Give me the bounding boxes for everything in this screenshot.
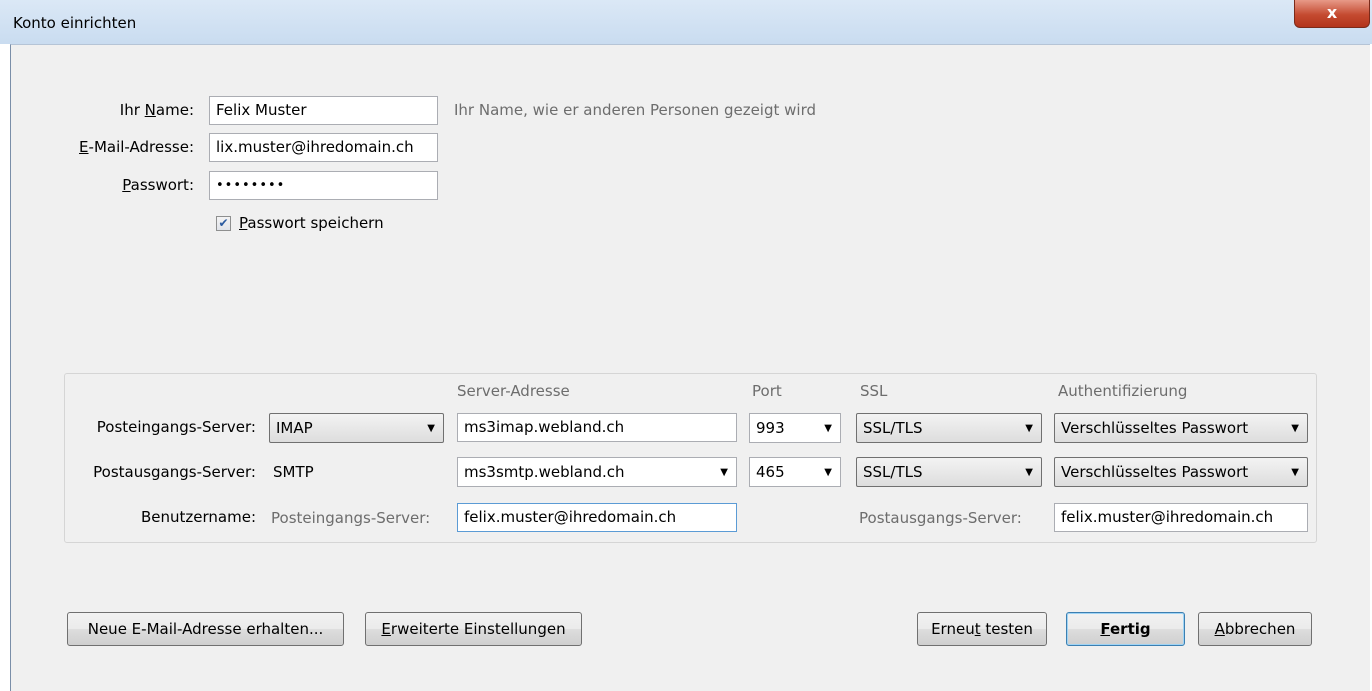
- advanced-settings-button[interactable]: Erweiterte Einstellungen: [365, 612, 582, 646]
- close-button[interactable]: x: [1294, 0, 1370, 28]
- window-title: Konto einrichten: [13, 14, 137, 32]
- email-label: E-Mail-Adresse:: [79, 138, 194, 156]
- incoming-auth-value: Verschlüsseltes Passwort: [1061, 419, 1249, 437]
- retest-button[interactable]: Erneut testen: [917, 612, 1047, 646]
- email-input[interactable]: lix.muster@ihredomain.ch: [209, 133, 438, 162]
- name-input[interactable]: Felix Muster: [209, 96, 438, 125]
- username-incoming-label: Posteingangs-Server:: [271, 509, 431, 527]
- close-icon: x: [1326, 3, 1338, 22]
- chevron-down-icon: ▼: [1025, 423, 1033, 434]
- cancel-button[interactable]: Abbrechen: [1198, 612, 1312, 646]
- chevron-down-icon: ▼: [824, 423, 832, 434]
- chevron-down-icon: ▼: [824, 467, 832, 478]
- outgoing-auth-value: Verschlüsseltes Passwort: [1061, 463, 1249, 481]
- header-auth: Authentifizierung: [1058, 382, 1188, 400]
- server-settings-panel: Server-Adresse Port SSL Authentifizierun…: [64, 373, 1317, 543]
- outgoing-protocol: SMTP: [273, 463, 314, 481]
- chevron-down-icon: ▼: [1025, 467, 1033, 478]
- title-bar: Konto einrichten x: [0, 0, 1372, 44]
- username-incoming-input[interactable]: felix.muster@ihredomain.ch: [457, 503, 737, 532]
- done-button[interactable]: Fertig: [1066, 612, 1185, 646]
- incoming-protocol-select[interactable]: IMAP ▼: [269, 413, 444, 443]
- incoming-auth-select[interactable]: Verschlüsseltes Passwort ▼: [1054, 413, 1308, 443]
- incoming-protocol-value: IMAP: [276, 419, 313, 437]
- name-hint: Ihr Name, wie er anderen Personen gezeig…: [454, 101, 816, 119]
- dialog-body: Ihr Name: Felix Muster Ihr Name, wie er …: [10, 44, 1370, 691]
- chevron-down-icon: ▼: [1291, 423, 1299, 434]
- chevron-down-icon: ▼: [720, 467, 728, 478]
- new-email-address-button[interactable]: Neue E-Mail-Adresse erhalten...: [67, 612, 344, 646]
- header-port: Port: [752, 382, 782, 400]
- username-label: Benutzername:: [140, 508, 256, 526]
- username-outgoing-label: Postausgangs-Server:: [859, 509, 1022, 527]
- name-label: Ihr Name:: [119, 101, 194, 119]
- outgoing-auth-select[interactable]: Verschlüsseltes Passwort ▼: [1054, 457, 1308, 487]
- outgoing-ssl-select[interactable]: SSL/TLS ▼: [856, 457, 1042, 487]
- save-password-checkbox[interactable]: ✔: [216, 216, 231, 231]
- username-outgoing-input[interactable]: felix.muster@ihredomain.ch: [1054, 503, 1308, 532]
- outgoing-port-value: 465: [756, 463, 785, 481]
- outgoing-ssl-value: SSL/TLS: [863, 463, 923, 481]
- chevron-down-icon: ▼: [427, 423, 435, 434]
- incoming-ssl-select[interactable]: SSL/TLS ▼: [856, 413, 1042, 443]
- password-input[interactable]: ••••••••: [209, 171, 438, 200]
- chevron-down-icon: ▼: [1291, 467, 1299, 478]
- password-label: Passwort:: [122, 176, 194, 194]
- incoming-port-select[interactable]: 993 ▼: [749, 413, 841, 443]
- incoming-server-label: Posteingangs-Server:: [96, 418, 256, 436]
- header-server-address: Server-Adresse: [457, 382, 570, 400]
- outgoing-address-value: ms3smtp.webland.ch: [464, 463, 625, 481]
- save-password-label[interactable]: Passwort speichern: [239, 214, 384, 232]
- outgoing-server-label: Postausgangs-Server:: [93, 463, 256, 481]
- header-ssl: SSL: [860, 382, 888, 400]
- outgoing-address-combo[interactable]: ms3smtp.webland.ch ▼: [457, 457, 737, 487]
- incoming-address-input[interactable]: ms3imap.webland.ch: [457, 413, 737, 442]
- outgoing-port-select[interactable]: 465 ▼: [749, 457, 841, 487]
- incoming-ssl-value: SSL/TLS: [863, 419, 923, 437]
- incoming-port-value: 993: [756, 419, 785, 437]
